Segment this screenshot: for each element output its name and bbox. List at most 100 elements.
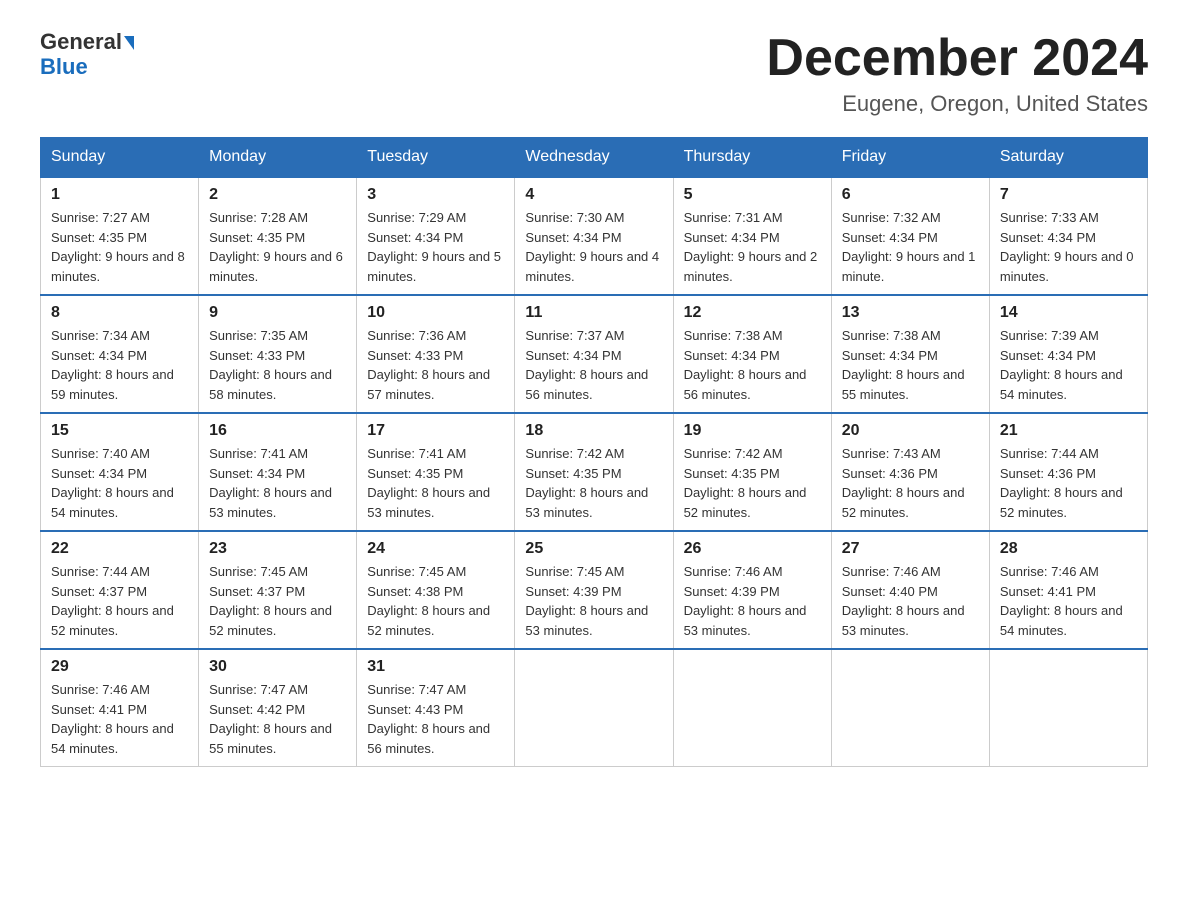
day-number: 19: [684, 422, 821, 440]
col-wednesday: Wednesday: [515, 138, 673, 178]
day-info: Sunrise: 7:41 AMSunset: 4:34 PMDaylight:…: [209, 446, 332, 520]
day-info: Sunrise: 7:36 AMSunset: 4:33 PMDaylight:…: [367, 328, 490, 402]
day-info: Sunrise: 7:43 AMSunset: 4:36 PMDaylight:…: [842, 446, 965, 520]
header-row: Sunday Monday Tuesday Wednesday Thursday…: [41, 138, 1148, 178]
day-info: Sunrise: 7:41 AMSunset: 4:35 PMDaylight:…: [367, 446, 490, 520]
day-number: 25: [525, 540, 662, 558]
day-number: 15: [51, 422, 188, 440]
day-info: Sunrise: 7:46 AMSunset: 4:41 PMDaylight:…: [1000, 564, 1123, 638]
day-info: Sunrise: 7:46 AMSunset: 4:41 PMDaylight:…: [51, 682, 174, 756]
day-number: 26: [684, 540, 821, 558]
col-sunday: Sunday: [41, 138, 199, 178]
table-row: 6 Sunrise: 7:32 AMSunset: 4:34 PMDayligh…: [831, 177, 989, 295]
calendar-table: Sunday Monday Tuesday Wednesday Thursday…: [40, 137, 1148, 767]
day-number: 31: [367, 658, 504, 676]
col-tuesday: Tuesday: [357, 138, 515, 178]
day-number: 17: [367, 422, 504, 440]
day-number: 14: [1000, 304, 1137, 322]
table-row: 20 Sunrise: 7:43 AMSunset: 4:36 PMDaylig…: [831, 413, 989, 531]
table-row: 25 Sunrise: 7:45 AMSunset: 4:39 PMDaylig…: [515, 531, 673, 649]
day-number: 29: [51, 658, 188, 676]
week-row-5: 29 Sunrise: 7:46 AMSunset: 4:41 PMDaylig…: [41, 649, 1148, 767]
logo-general-text: General: [40, 30, 134, 54]
day-info: Sunrise: 7:29 AMSunset: 4:34 PMDaylight:…: [367, 210, 501, 284]
table-row: 24 Sunrise: 7:45 AMSunset: 4:38 PMDaylig…: [357, 531, 515, 649]
week-row-3: 15 Sunrise: 7:40 AMSunset: 4:34 PMDaylig…: [41, 413, 1148, 531]
table-row: 12 Sunrise: 7:38 AMSunset: 4:34 PMDaylig…: [673, 295, 831, 413]
day-info: Sunrise: 7:34 AMSunset: 4:34 PMDaylight:…: [51, 328, 174, 402]
day-number: 28: [1000, 540, 1137, 558]
day-number: 4: [525, 186, 662, 204]
day-info: Sunrise: 7:42 AMSunset: 4:35 PMDaylight:…: [525, 446, 648, 520]
day-info: Sunrise: 7:31 AMSunset: 4:34 PMDaylight:…: [684, 210, 818, 284]
col-monday: Monday: [199, 138, 357, 178]
day-number: 30: [209, 658, 346, 676]
day-info: Sunrise: 7:45 AMSunset: 4:38 PMDaylight:…: [367, 564, 490, 638]
table-row: [989, 649, 1147, 767]
table-row: 30 Sunrise: 7:47 AMSunset: 4:42 PMDaylig…: [199, 649, 357, 767]
table-row: 19 Sunrise: 7:42 AMSunset: 4:35 PMDaylig…: [673, 413, 831, 531]
day-number: 13: [842, 304, 979, 322]
table-row: [673, 649, 831, 767]
day-info: Sunrise: 7:42 AMSunset: 4:35 PMDaylight:…: [684, 446, 807, 520]
day-info: Sunrise: 7:46 AMSunset: 4:39 PMDaylight:…: [684, 564, 807, 638]
day-info: Sunrise: 7:45 AMSunset: 4:37 PMDaylight:…: [209, 564, 332, 638]
table-row: 15 Sunrise: 7:40 AMSunset: 4:34 PMDaylig…: [41, 413, 199, 531]
week-row-4: 22 Sunrise: 7:44 AMSunset: 4:37 PMDaylig…: [41, 531, 1148, 649]
table-row: 22 Sunrise: 7:44 AMSunset: 4:37 PMDaylig…: [41, 531, 199, 649]
day-info: Sunrise: 7:46 AMSunset: 4:40 PMDaylight:…: [842, 564, 965, 638]
table-row: 2 Sunrise: 7:28 AMSunset: 4:35 PMDayligh…: [199, 177, 357, 295]
logo-triangle-icon: [124, 36, 134, 50]
day-number: 24: [367, 540, 504, 558]
table-row: 8 Sunrise: 7:34 AMSunset: 4:34 PMDayligh…: [41, 295, 199, 413]
day-info: Sunrise: 7:38 AMSunset: 4:34 PMDaylight:…: [842, 328, 965, 402]
table-row: 31 Sunrise: 7:47 AMSunset: 4:43 PMDaylig…: [357, 649, 515, 767]
day-info: Sunrise: 7:45 AMSunset: 4:39 PMDaylight:…: [525, 564, 648, 638]
table-row: 4 Sunrise: 7:30 AMSunset: 4:34 PMDayligh…: [515, 177, 673, 295]
day-info: Sunrise: 7:27 AMSunset: 4:35 PMDaylight:…: [51, 210, 185, 284]
week-row-2: 8 Sunrise: 7:34 AMSunset: 4:34 PMDayligh…: [41, 295, 1148, 413]
day-info: Sunrise: 7:37 AMSunset: 4:34 PMDaylight:…: [525, 328, 648, 402]
table-row: 17 Sunrise: 7:41 AMSunset: 4:35 PMDaylig…: [357, 413, 515, 531]
day-info: Sunrise: 7:40 AMSunset: 4:34 PMDaylight:…: [51, 446, 174, 520]
table-row: [831, 649, 989, 767]
day-info: Sunrise: 7:47 AMSunset: 4:43 PMDaylight:…: [367, 682, 490, 756]
table-row: 5 Sunrise: 7:31 AMSunset: 4:34 PMDayligh…: [673, 177, 831, 295]
table-row: 9 Sunrise: 7:35 AMSunset: 4:33 PMDayligh…: [199, 295, 357, 413]
day-info: Sunrise: 7:30 AMSunset: 4:34 PMDaylight:…: [525, 210, 659, 284]
week-row-1: 1 Sunrise: 7:27 AMSunset: 4:35 PMDayligh…: [41, 177, 1148, 295]
day-number: 11: [525, 304, 662, 322]
location-subtitle: Eugene, Oregon, United States: [766, 91, 1148, 117]
day-number: 1: [51, 186, 188, 204]
day-info: Sunrise: 7:39 AMSunset: 4:34 PMDaylight:…: [1000, 328, 1123, 402]
logo-blue-text: Blue: [40, 54, 88, 80]
day-number: 9: [209, 304, 346, 322]
day-info: Sunrise: 7:38 AMSunset: 4:34 PMDaylight:…: [684, 328, 807, 402]
page-header: General Blue December 2024 Eugene, Orego…: [40, 30, 1148, 117]
col-friday: Friday: [831, 138, 989, 178]
day-number: 10: [367, 304, 504, 322]
day-number: 3: [367, 186, 504, 204]
table-row: [515, 649, 673, 767]
day-info: Sunrise: 7:28 AMSunset: 4:35 PMDaylight:…: [209, 210, 343, 284]
day-number: 23: [209, 540, 346, 558]
table-row: 23 Sunrise: 7:45 AMSunset: 4:37 PMDaylig…: [199, 531, 357, 649]
logo: General Blue: [40, 30, 134, 80]
table-row: 28 Sunrise: 7:46 AMSunset: 4:41 PMDaylig…: [989, 531, 1147, 649]
col-saturday: Saturday: [989, 138, 1147, 178]
table-row: 26 Sunrise: 7:46 AMSunset: 4:39 PMDaylig…: [673, 531, 831, 649]
day-number: 12: [684, 304, 821, 322]
day-number: 5: [684, 186, 821, 204]
table-row: 13 Sunrise: 7:38 AMSunset: 4:34 PMDaylig…: [831, 295, 989, 413]
day-info: Sunrise: 7:35 AMSunset: 4:33 PMDaylight:…: [209, 328, 332, 402]
day-number: 6: [842, 186, 979, 204]
day-info: Sunrise: 7:44 AMSunset: 4:36 PMDaylight:…: [1000, 446, 1123, 520]
table-row: 27 Sunrise: 7:46 AMSunset: 4:40 PMDaylig…: [831, 531, 989, 649]
month-title: December 2024: [766, 30, 1148, 87]
day-number: 8: [51, 304, 188, 322]
table-row: 14 Sunrise: 7:39 AMSunset: 4:34 PMDaylig…: [989, 295, 1147, 413]
table-row: 21 Sunrise: 7:44 AMSunset: 4:36 PMDaylig…: [989, 413, 1147, 531]
day-number: 16: [209, 422, 346, 440]
table-row: 10 Sunrise: 7:36 AMSunset: 4:33 PMDaylig…: [357, 295, 515, 413]
day-info: Sunrise: 7:44 AMSunset: 4:37 PMDaylight:…: [51, 564, 174, 638]
